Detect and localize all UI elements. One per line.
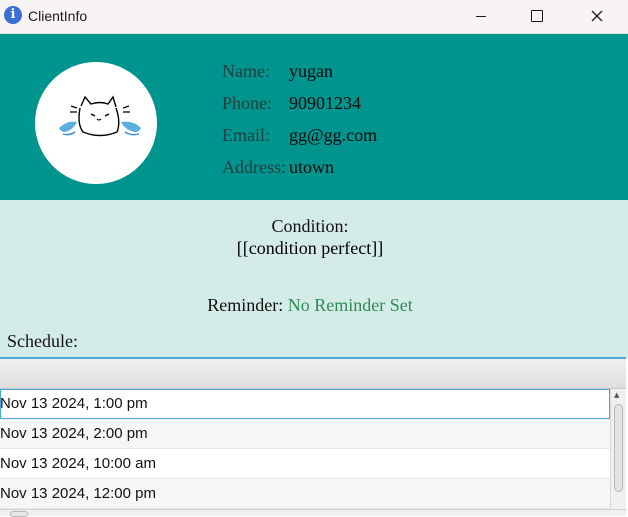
info-icon: i <box>4 6 22 24</box>
schedule-item[interactable]: Nov 13 2024, 2:00 pm <box>0 419 610 449</box>
reminder-value: No Reminder Set <box>287 295 413 315</box>
schedule-item[interactable]: Nov 13 2024, 1:00 pm <box>0 389 610 419</box>
reminder-label: Reminder: <box>207 295 284 315</box>
minimize-icon <box>476 15 486 17</box>
horizontal-scroll-thumb[interactable] <box>10 511 28 517</box>
condition-label: Condition: <box>271 216 349 236</box>
title-bar: i ClientInfo <box>0 0 628 34</box>
phone-label: Phone: <box>222 93 273 113</box>
condition-value: [[condition perfect]] <box>236 238 384 258</box>
reminder-row: Reminder: No Reminder Set <box>0 295 620 316</box>
schedule-item[interactable]: Nov 13 2024, 12:00 pm <box>0 479 610 509</box>
email-value: gg@gg.com <box>289 125 378 145</box>
close-button[interactable] <box>574 0 620 32</box>
scroll-up-icon[interactable]: ▲ <box>614 391 619 399</box>
vertical-scroll-thumb[interactable] <box>614 404 623 492</box>
phone-value: 90901234 <box>289 93 361 113</box>
schedule-list[interactable]: Nov 13 2024, 1:00 pm Nov 13 2024, 2:00 p… <box>0 389 610 509</box>
horizontal-scrollbar[interactable] <box>0 509 626 517</box>
schedule-item[interactable]: Nov 13 2024, 10:00 am <box>0 449 610 479</box>
name-value: yugan <box>289 61 333 81</box>
window-title: ClientInfo <box>28 8 88 24</box>
client-header: Name: yugan Phone: 90901234 Email: gg@gg… <box>0 34 628 200</box>
address-value: utown <box>289 157 334 177</box>
address-label: Address: <box>222 157 286 177</box>
crying-cat-icon <box>59 95 141 137</box>
name-label: Name: <box>222 61 270 81</box>
avatar <box>35 62 157 184</box>
schedule-label: Schedule: <box>7 331 78 351</box>
email-label: Email: <box>222 125 270 145</box>
minimize-button[interactable] <box>458 0 504 32</box>
details-panel: Condition: [[condition perfect]] Reminde… <box>0 200 628 358</box>
maximize-icon <box>531 10 543 22</box>
schedule-table-header[interactable] <box>0 359 626 389</box>
maximize-button[interactable] <box>514 0 560 32</box>
vertical-scrollbar[interactable]: ▲ <box>610 389 626 509</box>
close-icon <box>591 10 603 22</box>
